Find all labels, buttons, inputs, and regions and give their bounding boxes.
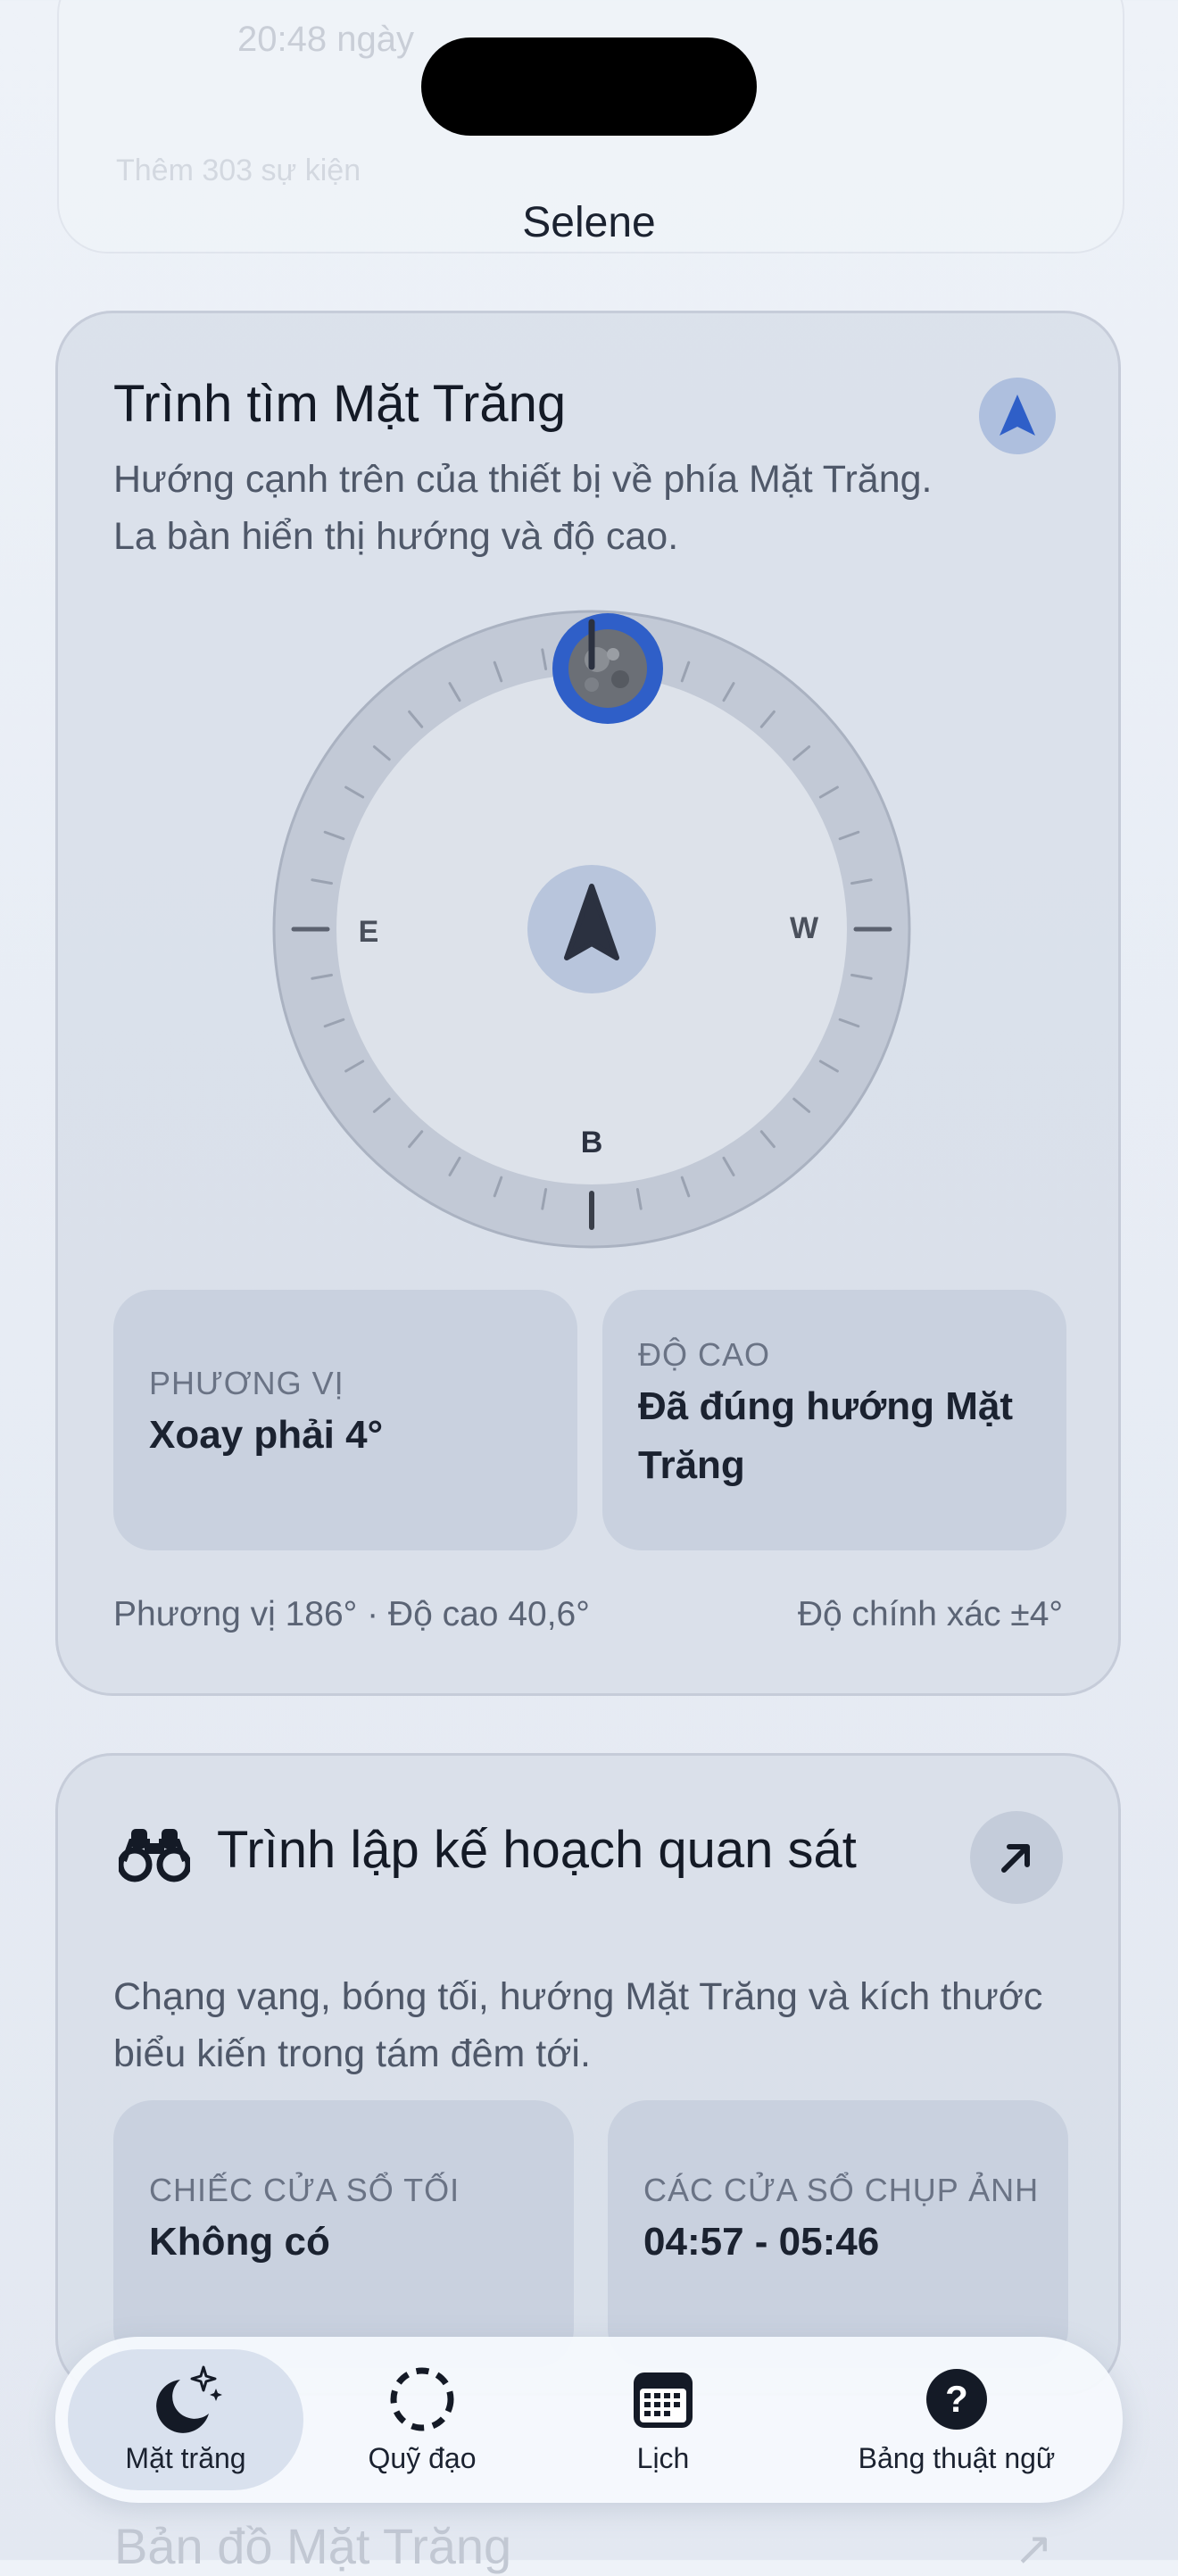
moon-marker-icon [552, 613, 663, 724]
accuracy-readout: Độ chính xác ±4° [797, 1595, 1063, 1633]
photo-window-label: CÁC CỬA SỔ CHỤP ẢNH [643, 2172, 1040, 2208]
question-mark-icon: ? [926, 2369, 987, 2430]
compass-west-label: W [790, 911, 819, 945]
azimuth-tile: PHƯƠNG VỊ Xoay phải 4° [113, 1290, 577, 1550]
calendar-icon [634, 2372, 693, 2428]
arrow-up-right-icon [1001, 1844, 1030, 1873]
azimuth-altitude-readout: Phương vị 186° · Độ cao 40,6° [113, 1595, 590, 1633]
dynamic-island [421, 37, 757, 136]
altitude-tile: ĐỘ CAO Đã đúng hướng Mặt Trăng [602, 1290, 1066, 1550]
photo-window-value: 04:57 - 05:46 [643, 2220, 880, 2264]
moon-finder-description: Hướng cạnh trên của thiết bị về phía Mặt… [113, 458, 933, 558]
planner-description: Chạng vạng, bóng tối, hướng Mặt Trăng và… [113, 1975, 1043, 2075]
dark-window-label: CHIẾC CỬA SỔ TỐI [149, 2172, 460, 2208]
tab-moon[interactable]: Mặt trăng [68, 2337, 303, 2503]
faded-next-card-title: Bản đồ Mặt Trăng [114, 2518, 512, 2574]
binoculars-icon [119, 1829, 190, 1882]
dark-window-value: Không có [149, 2220, 330, 2264]
altitude-label: ĐỘ CAO [638, 1336, 771, 1373]
tab-glossary-label: Bảng thuật ngữ [858, 2442, 1056, 2474]
compass-east-label: E [359, 915, 379, 949]
planner-title: Trình lập kế hoạch quan sát [217, 1821, 857, 1879]
app-title: Selene [522, 199, 656, 246]
photo-window-tile: CÁC CỬA SỔ CHỤP ẢNH 04:57 - 05:46 [608, 2100, 1068, 2368]
observation-planner-card[interactable]: Trình lập kế hoạch quan sát Chạng vạng, … [55, 1753, 1121, 2396]
altitude-value: Đã đúng hướng Mặt Trăng [638, 1384, 1013, 1487]
open-planner-button[interactable] [970, 1811, 1063, 1904]
dark-window-tile: CHIẾC CỬA SỔ TỐI Không có [113, 2100, 574, 2368]
faded-arrow-icon: ↗ [1014, 2523, 1053, 2575]
tab-calendar-label: Lịch [636, 2442, 690, 2474]
moon-finder-card: Trình tìm Mặt Trăng Hướng cạnh trên của … [55, 311, 1121, 1696]
moon-stars-icon [156, 2365, 222, 2433]
location-arrow-button[interactable] [979, 378, 1056, 454]
faded-more-text: Thêm 303 sự kiện [116, 154, 361, 187]
faded-time-text: 20:48 ngày [237, 20, 414, 59]
tab-moon-label: Mặt trăng [125, 2442, 246, 2474]
tab-glossary[interactable]: ? Bảng thuật ngữ [832, 2337, 1082, 2503]
compass-south-label: B [581, 1126, 603, 1159]
tab-calendar[interactable]: Lịch [560, 2337, 766, 2503]
azimuth-label: PHƯƠNG VỊ [149, 1365, 344, 1401]
tab-orbit-label: Quỹ đạo [368, 2442, 477, 2474]
tab-bar: Mặt trăng Quỹ đạo Lịch ? Bảng thuật ngữ [55, 2337, 1123, 2503]
azimuth-value: Xoay phải 4° [149, 1413, 384, 1457]
moon-finder-title: Trình tìm Mặt Trăng [113, 375, 567, 433]
moon-compass: N E W B [272, 610, 911, 1249]
location-arrow-icon [1000, 395, 1035, 436]
dashed-circle-icon [390, 2367, 454, 2431]
tab-orbit[interactable]: Quỹ đạo [319, 2337, 525, 2503]
svg-text:?: ? [945, 2378, 968, 2420]
